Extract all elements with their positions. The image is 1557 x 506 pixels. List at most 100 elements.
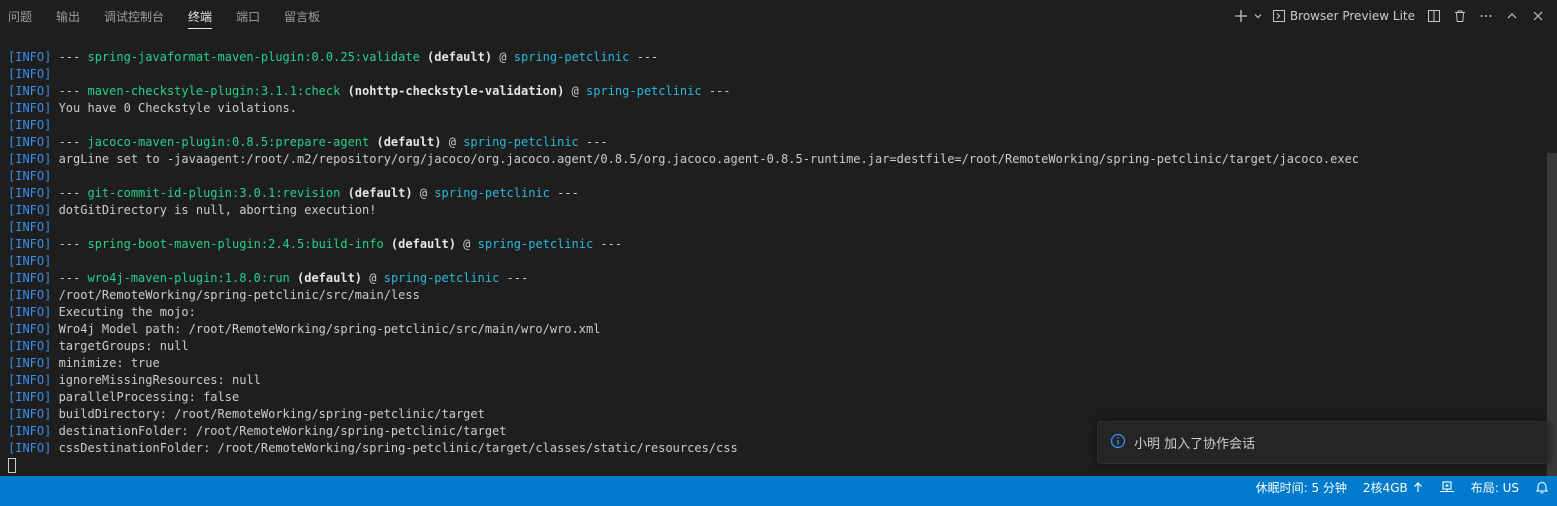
log-level-tag: [INFO] bbox=[8, 305, 52, 319]
terminal-line: [INFO] bbox=[8, 219, 1545, 236]
log-message: dotGitDirectory is null, aborting execut… bbox=[51, 203, 377, 217]
log-level-tag: [INFO] bbox=[8, 220, 52, 234]
log-level-tag: [INFO] bbox=[8, 152, 52, 166]
log-at-sign: @ bbox=[441, 135, 464, 149]
log-message: parallelProcessing: false bbox=[51, 390, 240, 404]
log-message: cssDestinationFolder: /root/RemoteWorkin… bbox=[51, 441, 738, 455]
log-at-sign: @ bbox=[564, 84, 587, 98]
tab-ports[interactable]: 端口 bbox=[230, 0, 266, 32]
log-separator: --- bbox=[51, 84, 88, 98]
log-plugin-goal: spring-boot-maven-plugin:2.4.5:build-inf… bbox=[87, 237, 384, 251]
log-level-tag: [INFO] bbox=[8, 373, 52, 387]
log-project-name: spring-petclinic bbox=[477, 237, 594, 251]
log-message: /root/RemoteWorking/spring-petclinic/src… bbox=[51, 288, 420, 302]
tab-output[interactable]: 输出 bbox=[50, 0, 86, 32]
browser-preview-lite-button[interactable]: Browser Preview Lite bbox=[1272, 5, 1415, 27]
panel-tabs: 问题 输出 调试控制台 终端 端口 留言板 bbox=[0, 0, 338, 32]
log-separator-tail: --- bbox=[593, 237, 623, 251]
log-level-tag: [INFO] bbox=[8, 203, 52, 217]
tab-terminal[interactable]: 终端 bbox=[182, 0, 218, 32]
log-at-sign: @ bbox=[412, 186, 435, 200]
log-execution-id: (default) bbox=[419, 50, 493, 64]
tab-problems[interactable]: 问题 bbox=[2, 0, 38, 32]
status-layout[interactable]: 布局: US bbox=[1463, 476, 1527, 498]
log-separator-tail: --- bbox=[499, 271, 529, 285]
log-level-tag: [INFO] bbox=[8, 441, 52, 455]
terminal-line: [INFO] argLine set to -javaagent:/root/.… bbox=[8, 151, 1545, 168]
terminal-line: [INFO] --- git-commit-id-plugin:3.0.1:re… bbox=[8, 185, 1545, 202]
tab-message-board[interactable]: 留言板 bbox=[278, 0, 326, 32]
log-level-tag: [INFO] bbox=[8, 84, 52, 98]
log-separator: --- bbox=[51, 271, 88, 285]
log-plugin-goal: spring-javaformat-maven-plugin:0.0.25:va… bbox=[87, 50, 420, 64]
terminal-line: [INFO] --- jacoco-maven-plugin:0.8.5:pre… bbox=[8, 134, 1545, 151]
log-message: minimize: true bbox=[51, 356, 160, 370]
log-level-tag: [INFO] bbox=[8, 424, 52, 438]
log-level-tag: [INFO] bbox=[8, 237, 52, 251]
arrow-up-icon bbox=[1413, 481, 1423, 493]
terminal-cursor bbox=[8, 458, 16, 473]
trash-icon[interactable] bbox=[1449, 5, 1471, 27]
log-level-tag: [INFO] bbox=[8, 339, 52, 353]
log-level-tag: [INFO] bbox=[8, 118, 52, 132]
terminal-line: [INFO] --- spring-boot-maven-plugin:2.4.… bbox=[8, 236, 1545, 253]
status-resources-label: 2核4GB bbox=[1362, 480, 1408, 495]
log-level-tag: [INFO] bbox=[8, 186, 52, 200]
log-plugin-goal: jacoco-maven-plugin:0.8.5:prepare-agent bbox=[87, 135, 370, 149]
terminal-line: [INFO] minimize: true bbox=[8, 355, 1545, 372]
more-icon[interactable] bbox=[1475, 5, 1497, 27]
panel-header: 问题 输出 调试控制台 终端 端口 留言板 Browser Preview Li… bbox=[0, 0, 1557, 32]
log-plugin-goal: maven-checkstyle-plugin:3.1.1:check bbox=[87, 84, 341, 98]
log-level-tag: [INFO] bbox=[8, 169, 52, 183]
log-message: argLine set to -javaagent:/root/.m2/repo… bbox=[51, 152, 1360, 166]
terminal-line: [INFO] --- maven-checkstyle-plugin:3.1.1… bbox=[8, 83, 1545, 100]
terminal-line: [INFO] --- wro4j-maven-plugin:1.8.0:run … bbox=[8, 270, 1545, 287]
info-icon bbox=[1110, 433, 1126, 453]
notification-message: 小明 加入了协作会话 bbox=[1134, 437, 1256, 452]
terminal-line: [INFO] dotGitDirectory is null, aborting… bbox=[8, 202, 1545, 219]
status-resources[interactable]: 2核4GB bbox=[1355, 476, 1431, 498]
plus-icon[interactable] bbox=[1230, 5, 1252, 27]
log-separator: --- bbox=[51, 237, 88, 251]
terminal-output[interactable]: [INFO] --- spring-javaformat-maven-plugi… bbox=[0, 49, 1545, 476]
log-message: Wro4j Model path: /root/RemoteWorking/sp… bbox=[51, 322, 601, 336]
split-icon[interactable] bbox=[1423, 5, 1445, 27]
log-plugin-goal: wro4j-maven-plugin:1.8.0:run bbox=[87, 271, 290, 285]
log-project-name: spring-petclinic bbox=[434, 186, 550, 200]
terminal-line: [INFO] You have 0 Checkstyle violations. bbox=[8, 100, 1545, 117]
browser-preview-lite-label: Browser Preview Lite bbox=[1289, 9, 1415, 23]
notification-toast[interactable]: 小明 加入了协作会话 bbox=[1097, 421, 1549, 464]
log-separator-tail: --- bbox=[629, 50, 659, 64]
log-separator: --- bbox=[51, 50, 88, 64]
log-separator-tail: --- bbox=[578, 135, 608, 149]
log-at-sign: @ bbox=[492, 50, 514, 64]
terminal-line: [INFO] --- spring-javaformat-maven-plugi… bbox=[8, 49, 1545, 66]
tab-debug-console[interactable]: 调试控制台 bbox=[98, 0, 170, 32]
log-project-name: spring-petclinic bbox=[513, 50, 630, 64]
log-separator: --- bbox=[51, 135, 88, 149]
terminal-line: [INFO] /root/RemoteWorking/spring-petcli… bbox=[8, 287, 1545, 304]
log-execution-id: (default) bbox=[340, 186, 413, 200]
remote-network-icon[interactable] bbox=[1431, 476, 1463, 498]
chevron-up-icon[interactable] bbox=[1501, 5, 1523, 27]
status-bar: 休眠时间: 5 分钟 2核4GB 布局: US bbox=[0, 476, 1557, 506]
log-level-tag: [INFO] bbox=[8, 390, 52, 404]
terminal-line: [INFO] parallelProcessing: false bbox=[8, 389, 1545, 406]
log-project-name: spring-petclinic bbox=[463, 135, 579, 149]
terminal-line: [INFO] targetGroups: null bbox=[8, 338, 1545, 355]
terminal-line: [INFO] Wro4j Model path: /root/RemoteWor… bbox=[8, 321, 1545, 338]
log-level-tag: [INFO] bbox=[8, 50, 52, 64]
status-sleep-time[interactable]: 休眠时间: 5 分钟 bbox=[1248, 476, 1355, 498]
log-level-tag: [INFO] bbox=[8, 271, 52, 285]
log-level-tag: [INFO] bbox=[8, 356, 52, 370]
close-icon[interactable] bbox=[1527, 5, 1549, 27]
terminal-line: [INFO] Executing the mojo: bbox=[8, 304, 1545, 321]
log-message: You have 0 Checkstyle violations. bbox=[51, 101, 297, 115]
chevron-down-icon[interactable] bbox=[1252, 5, 1264, 27]
log-level-tag: [INFO] bbox=[8, 101, 52, 115]
bell-icon[interactable] bbox=[1527, 476, 1557, 498]
log-separator-tail: --- bbox=[549, 186, 579, 200]
log-message: targetGroups: null bbox=[51, 339, 189, 353]
log-project-name: spring-petclinic bbox=[586, 84, 702, 98]
log-message: ignoreMissingResources: null bbox=[51, 373, 261, 387]
